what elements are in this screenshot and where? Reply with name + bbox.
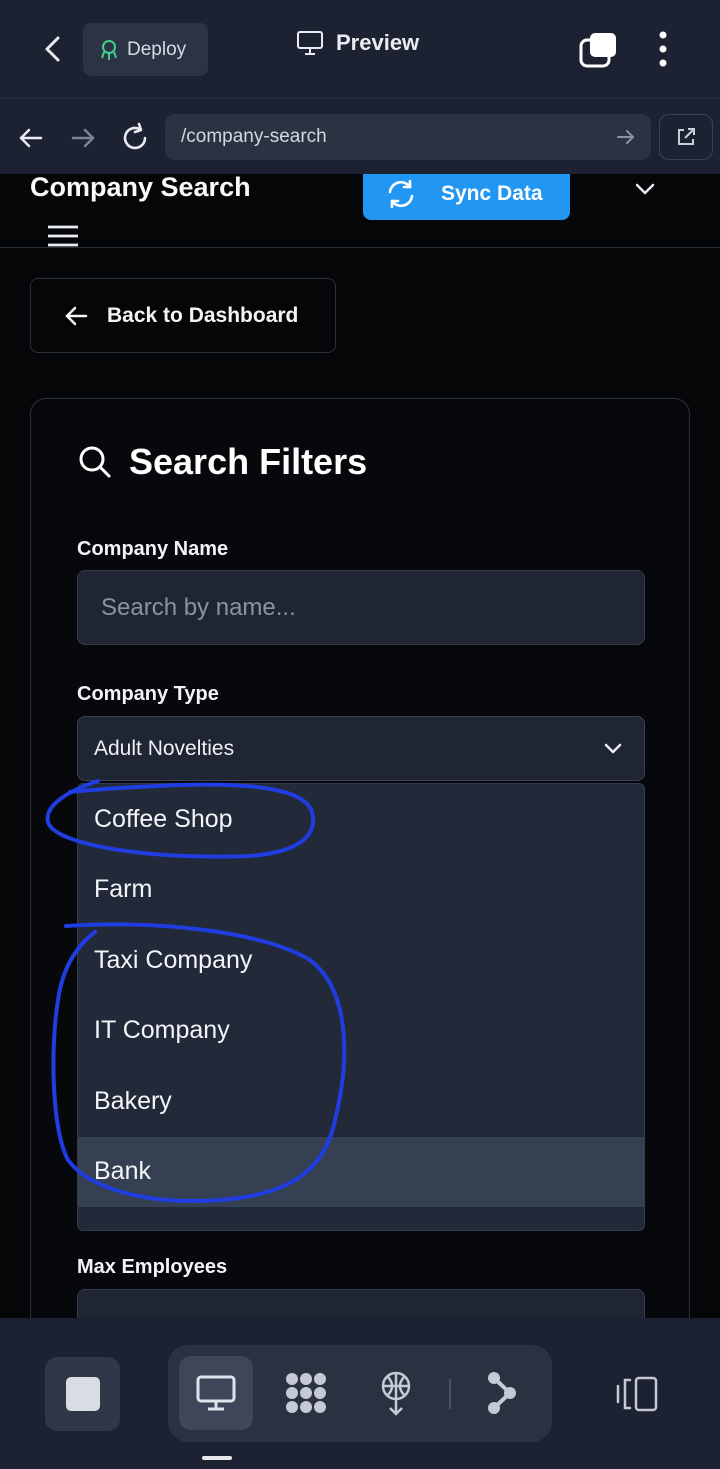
browser-forward-icon[interactable] bbox=[66, 121, 100, 155]
company-name-label: Company Name bbox=[77, 538, 229, 560]
arrow-left-icon bbox=[65, 306, 88, 325]
max-employees-input[interactable] bbox=[77, 1289, 645, 1318]
company-name-placeholder: Search by name... bbox=[101, 593, 296, 621]
back-to-dashboard-label: Back to Dashboard bbox=[107, 303, 299, 327]
chevron-down-icon bbox=[604, 743, 622, 754]
dropdown-option[interactable]: Taxi Company bbox=[78, 925, 644, 996]
browser-back-icon[interactable] bbox=[14, 121, 48, 155]
deploy-button[interactable]: Deploy bbox=[83, 23, 208, 76]
sync-label: Sync Data bbox=[441, 182, 543, 205]
max-employees-label: Max Employees bbox=[77, 1256, 228, 1278]
company-name-input[interactable]: Search by name... bbox=[77, 570, 645, 645]
dropdown-option[interactable]: IT Company bbox=[78, 996, 644, 1067]
company-type-select[interactable]: Adult Novelties bbox=[77, 716, 645, 781]
sync-icon bbox=[388, 179, 414, 209]
monitor-icon bbox=[297, 31, 323, 55]
search-filters-title: Search Filters bbox=[129, 441, 368, 482]
search-icon bbox=[79, 446, 111, 478]
monitor-icon bbox=[196, 1375, 236, 1411]
deploy-label: Deploy bbox=[127, 38, 187, 60]
external-link-icon bbox=[678, 128, 695, 145]
tool-group bbox=[168, 1345, 552, 1442]
workflow-icon bbox=[488, 1372, 516, 1414]
company-type-value: Adult Novelties bbox=[94, 736, 235, 760]
tool-integrations[interactable] bbox=[269, 1356, 343, 1430]
sync-data-button[interactable]: Sync Data bbox=[363, 174, 570, 220]
deploy-icon bbox=[381, 1371, 411, 1416]
search-filters-heading: Search Filters bbox=[77, 441, 367, 483]
preview-toggle[interactable]: Preview bbox=[296, 30, 419, 56]
reload-icon[interactable] bbox=[118, 121, 152, 155]
url-text: /company-search bbox=[181, 126, 327, 147]
stop-button[interactable] bbox=[45, 1357, 120, 1431]
menu-icon[interactable] bbox=[46, 224, 80, 248]
bottom-toolbar bbox=[0, 1318, 720, 1469]
page-header: Company Search Sync Data bbox=[0, 174, 720, 248]
company-type-label: Company Type bbox=[77, 683, 219, 705]
dropdown-option[interactable]: Bakery bbox=[78, 1066, 644, 1137]
back-chevron-icon[interactable] bbox=[36, 30, 70, 68]
more-options-icon[interactable] bbox=[648, 28, 678, 70]
tool-preview[interactable] bbox=[179, 1356, 253, 1430]
tool-workflow[interactable] bbox=[465, 1356, 539, 1430]
stop-icon bbox=[65, 1377, 100, 1411]
open-external-button[interactable] bbox=[659, 114, 713, 160]
app-bar: Deploy Preview bbox=[0, 0, 720, 98]
toolbar-divider bbox=[449, 1379, 451, 1409]
dropdown-option[interactable]: Farm bbox=[78, 855, 644, 926]
rocket-icon bbox=[101, 39, 117, 60]
integrations-icon bbox=[286, 1373, 326, 1413]
dropdown-option[interactable]: Coffee Shop bbox=[78, 784, 644, 855]
page-title: Company Search bbox=[30, 174, 251, 202]
browser-url-bar: /company-search bbox=[0, 98, 720, 174]
tool-deploy[interactable] bbox=[359, 1356, 433, 1430]
back-to-dashboard-button[interactable]: Back to Dashboard bbox=[30, 278, 336, 353]
dropdown-option-highlighted[interactable]: Bank bbox=[78, 1136, 644, 1207]
chevron-down-icon[interactable] bbox=[632, 178, 658, 200]
preview-label: Preview bbox=[336, 30, 420, 55]
tabs-icon[interactable] bbox=[578, 31, 618, 69]
web-page: Company Search Sync Data Back to Dashboa… bbox=[0, 174, 720, 1318]
company-type-dropdown[interactable]: Coffee Shop Farm Taxi Company IT Company… bbox=[77, 783, 645, 1231]
url-input[interactable]: /company-search bbox=[165, 114, 651, 160]
go-arrow-icon[interactable] bbox=[615, 126, 637, 148]
active-tab-indicator bbox=[202, 1456, 232, 1460]
split-view-icon[interactable] bbox=[612, 1374, 662, 1414]
search-filters-card: Search Filters Company Name Search by na… bbox=[30, 398, 690, 1318]
